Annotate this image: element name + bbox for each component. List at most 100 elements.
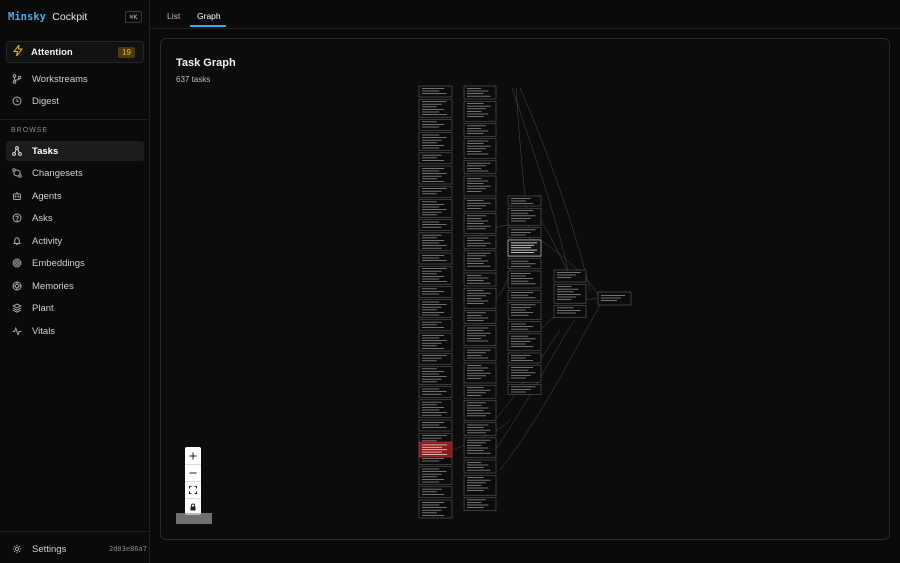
task-node-text [511,328,529,330]
task-node-text [511,312,534,313]
task-node[interactable] [463,123,497,137]
task-node-text [422,137,447,138]
task-node-text [601,297,621,299]
task-node-text [557,294,581,295]
task-node-text [467,315,482,316]
task-node[interactable] [553,283,587,304]
task-node[interactable] [463,310,497,324]
task-node[interactable] [463,160,497,175]
task-node-text [467,317,489,319]
task-node[interactable] [418,419,453,432]
task-node-text [422,479,445,480]
task-node-text [422,145,445,146]
task-node[interactable] [418,486,453,499]
task-node-text [467,427,484,428]
task-node-text [422,488,442,490]
task-node[interactable] [418,152,453,165]
task-node-text [422,134,440,136]
task-node[interactable] [463,197,497,212]
task-node-text [467,242,491,244]
task-node-text [422,424,440,426]
task-node-text [422,378,442,380]
task-node-text [422,427,447,428]
task-node-text [467,151,482,152]
task-node-text [511,294,529,296]
task-node[interactable] [463,235,497,249]
task-node-text [422,193,437,195]
task-node[interactable] [418,386,453,398]
task-node-text [467,180,489,182]
task-node[interactable] [463,272,497,287]
task-node-text [467,245,486,247]
task-node-text [422,101,447,102]
task-node-text [467,303,484,304]
task-node[interactable] [553,305,587,318]
task-node-text [467,90,489,92]
task-node[interactable] [418,352,453,365]
task-node-text [557,312,576,314]
task-node-text [511,203,534,204]
task-node[interactable] [418,252,453,265]
task-node-text [422,240,445,241]
fit-view-button[interactable] [185,481,201,498]
task-node-text [467,188,486,190]
task-node[interactable] [418,119,453,131]
task-node-text [511,304,536,306]
task-node-text [422,337,440,339]
task-node-text [511,389,531,390]
task-node[interactable] [463,347,497,362]
task-node[interactable] [463,384,497,399]
task-node-text [511,341,531,342]
task-node-text [422,371,445,372]
task-node-text [467,280,484,281]
zoom-in-button[interactable] [185,447,201,464]
task-node-text [422,293,440,295]
task-node-text [467,113,489,115]
task-node[interactable] [463,422,497,436]
task-node[interactable] [463,459,497,474]
task-node-text [467,464,489,466]
task-node-text [511,309,526,311]
task-node-text [511,252,534,253]
task-node-text [467,252,491,254]
task-node-text [511,244,534,246]
task-graph-canvas[interactable] [0,0,900,563]
task-node[interactable] [418,319,453,332]
task-node[interactable] [418,85,453,98]
task-node-text [422,444,447,446]
task-node-text [467,162,491,164]
task-node-text [511,372,536,374]
task-node-text [422,502,445,503]
task-node[interactable] [597,291,632,306]
task-node[interactable] [463,85,497,100]
task-node-text [467,340,489,342]
task-node-text [422,234,442,236]
task-node[interactable] [418,219,453,231]
task-node-text [467,237,489,239]
task-node-text [467,330,484,331]
task-node[interactable] [463,497,497,511]
task-node-text [467,130,489,132]
task-node-text [511,212,529,214]
task-node-text [422,121,437,123]
task-node-text [467,320,484,321]
task-node-text [467,290,484,291]
task-node-text [467,372,491,374]
task-node-text [467,108,486,110]
task-node-text [467,338,482,339]
task-node[interactable] [553,269,587,283]
task-node-text [467,260,489,262]
task-node[interactable] [418,286,453,298]
task-node-text [422,170,440,172]
graph-edge [539,219,571,276]
task-node-text [422,409,440,411]
task-node-text [422,355,447,356]
task-node-text [422,321,442,323]
task-node[interactable] [418,185,453,198]
task-node-text [467,447,489,449]
task-node-text [467,295,486,297]
zoom-out-button[interactable] [185,464,201,481]
task-node-text [422,327,445,328]
task-node-text [467,292,491,294]
task-node-text [467,191,482,192]
